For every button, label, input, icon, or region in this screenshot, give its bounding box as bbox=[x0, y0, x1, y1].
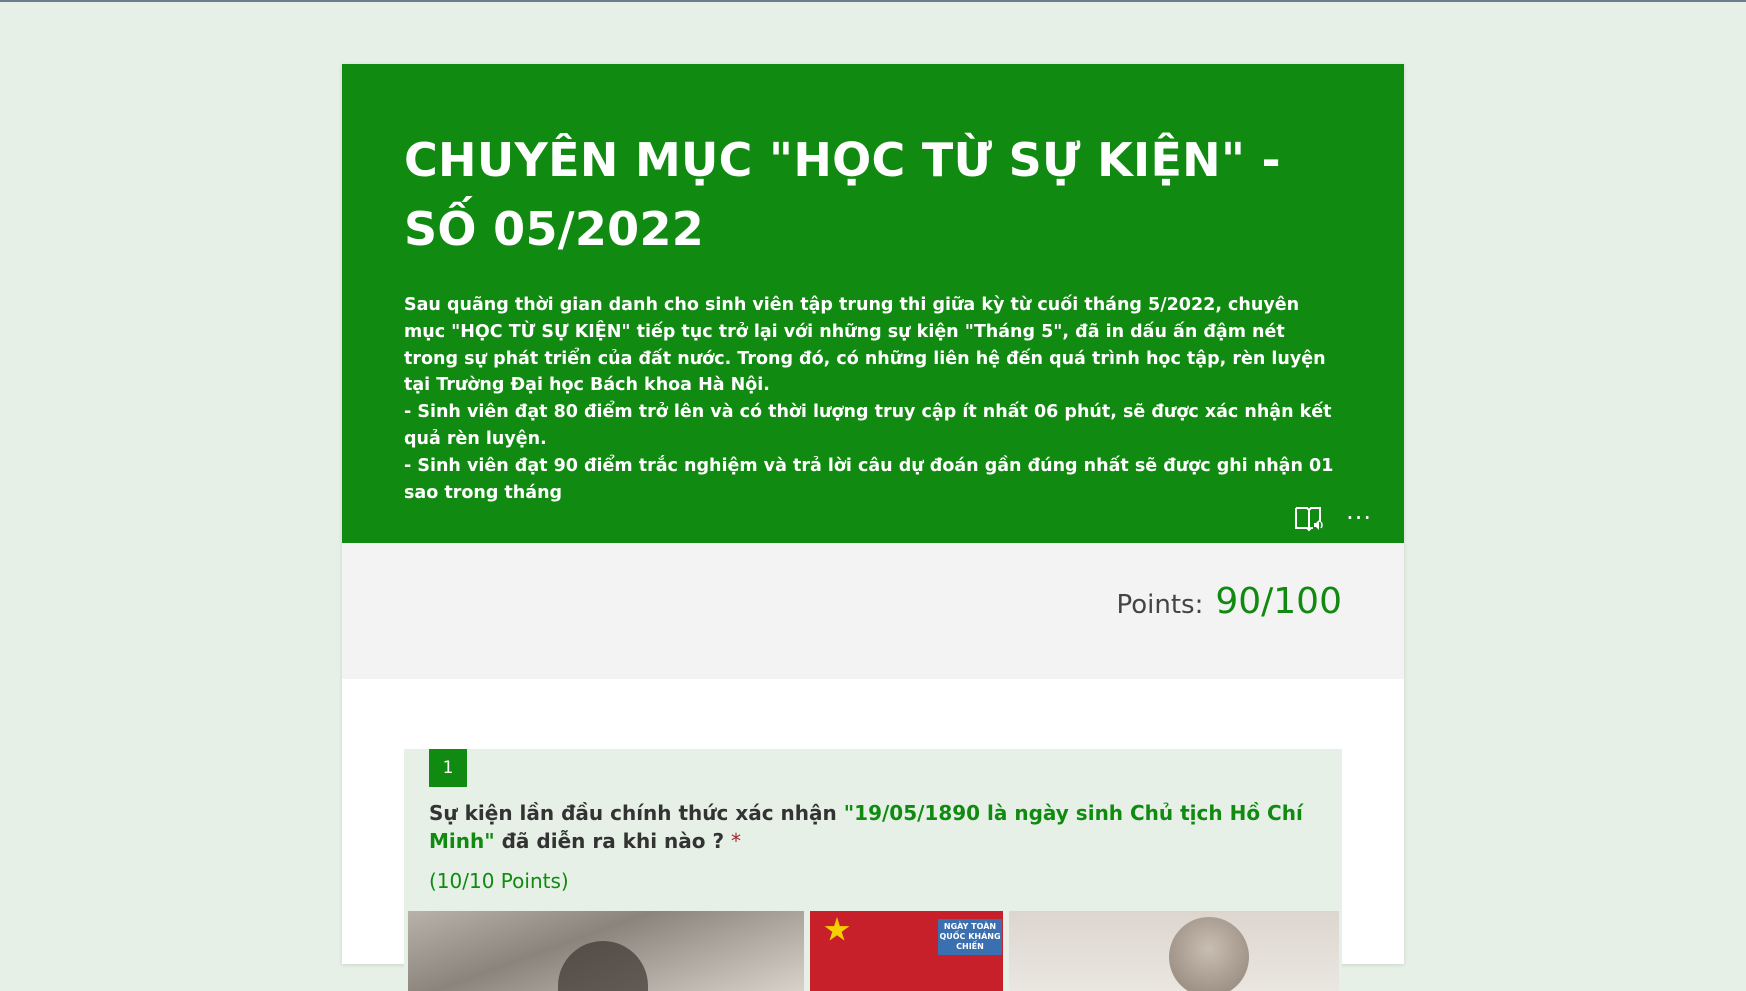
more-options-icon[interactable]: ··· bbox=[1346, 506, 1372, 530]
points-value: 90/100 bbox=[1215, 581, 1342, 622]
description-paragraph: - Sinh viên đạt 80 điểm trở lên và có th… bbox=[404, 402, 1332, 449]
question-text-end: đã diễn ra khi nào ? bbox=[494, 829, 725, 853]
form-card: CHUYÊN MỤC "HỌC TỪ SỰ KIỆN" - SỐ 05/2022… bbox=[342, 64, 1404, 991]
question-card: 1 Sự kiện lần đầu chính thức xác nhận "1… bbox=[404, 749, 1342, 991]
sketch-figure bbox=[558, 941, 648, 991]
flag-star-icon bbox=[824, 917, 850, 941]
question-image-poster: NGÀY TOÀN QUỐC KHÁNG CHIẾN bbox=[810, 911, 1003, 991]
immersive-reader-icon[interactable] bbox=[1294, 504, 1324, 532]
points-label: Points: bbox=[1116, 590, 1204, 620]
question-images: NGÀY TOÀN QUỐC KHÁNG CHIẾN bbox=[408, 911, 1339, 991]
question-number-badge: 1 bbox=[429, 749, 467, 787]
description-paragraph: Sau quãng thời gian danh cho sinh viên t… bbox=[404, 295, 1326, 396]
poster-caption: NGÀY TOÀN QUỐC KHÁNG CHIẾN bbox=[938, 919, 1002, 955]
header-tools: ··· bbox=[1294, 504, 1372, 532]
description-paragraph: - Sinh viên đạt 90 điểm trắc nghiệm và t… bbox=[404, 455, 1334, 503]
question-text: Sự kiện lần đầu chính thức xác nhận bbox=[429, 801, 844, 825]
score-bar: Points: 90/100 bbox=[342, 543, 1404, 679]
form-header: CHUYÊN MỤC "HỌC TỪ SỰ KIỆN" - SỐ 05/2022… bbox=[342, 64, 1404, 543]
form-description: Sau quãng thời gian danh cho sinh viên t… bbox=[404, 292, 1344, 506]
question-image-portrait bbox=[1009, 911, 1339, 991]
top-border bbox=[0, 0, 1746, 2]
portrait-figure bbox=[1169, 917, 1249, 991]
question-points: (10/10 Points) bbox=[429, 869, 569, 893]
required-mark: * bbox=[731, 829, 742, 853]
score-summary: Points: 90/100 bbox=[1116, 581, 1342, 622]
question-image-sketch bbox=[408, 911, 804, 991]
form-title: CHUYÊN MỤC "HỌC TỪ SỰ KIỆN" - SỐ 05/2022 bbox=[404, 133, 1281, 256]
question-title: Sự kiện lần đầu chính thức xác nhận "19/… bbox=[429, 799, 1329, 855]
